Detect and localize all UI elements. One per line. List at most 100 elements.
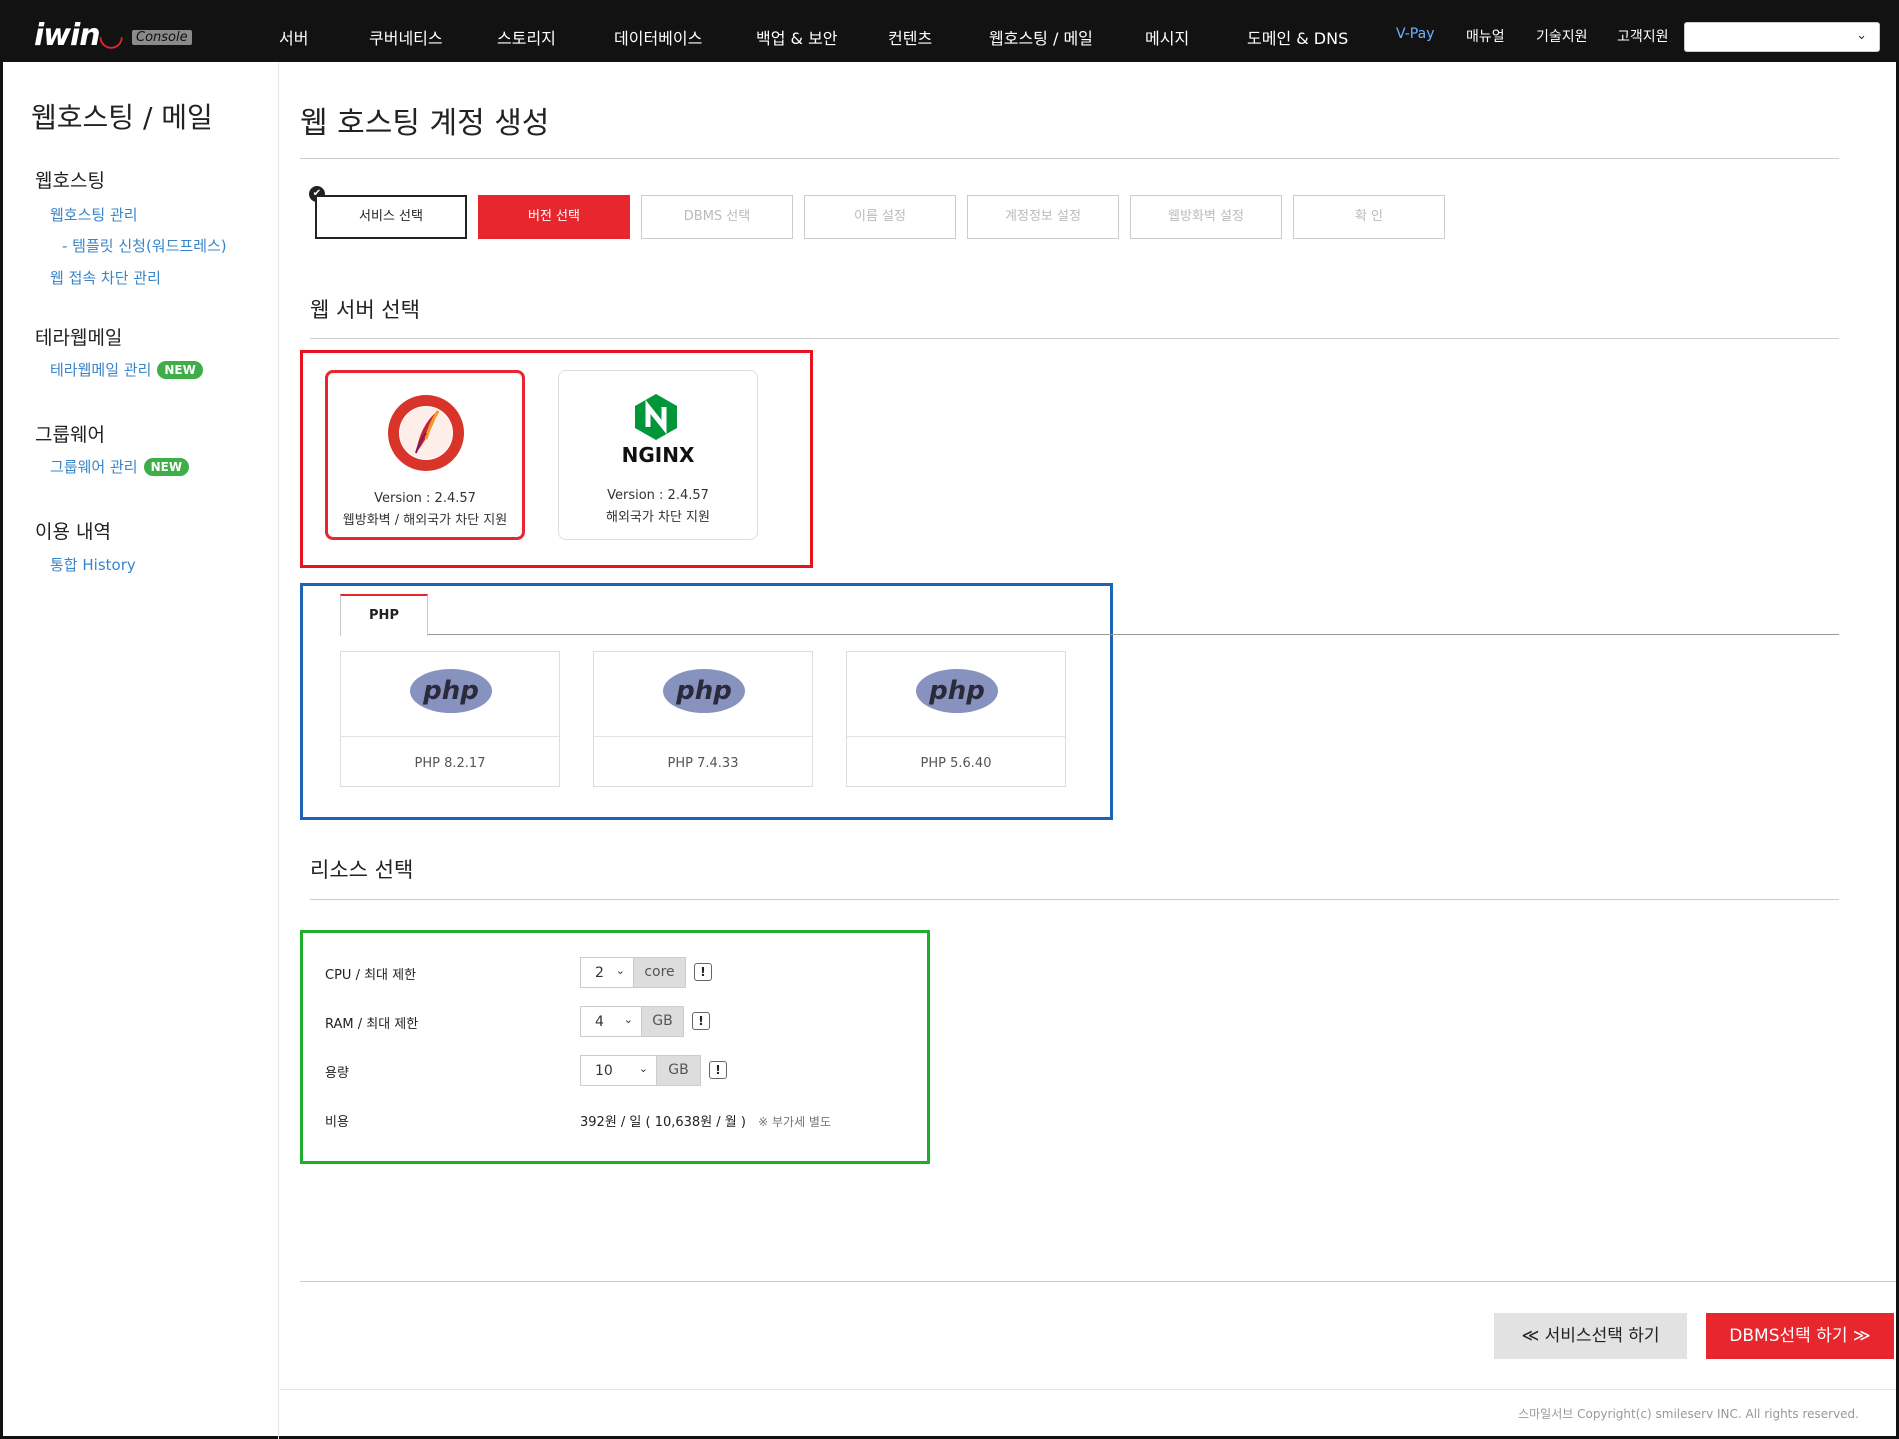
nginx-version: Version : 2.4.57 <box>607 488 709 503</box>
step-dbms-select[interactable]: DBMS 선택 <box>641 195 793 239</box>
nginx-icon <box>635 394 677 440</box>
cpu-unit: core <box>634 957 686 988</box>
php-version-label: PHP 8.2.17 <box>414 756 486 771</box>
php-logo-text: php <box>675 676 732 706</box>
step-name-setting[interactable]: 이름 설정 <box>804 195 956 239</box>
sidebar-link-groupware-manage[interactable]: 그룹웨어 관리 NEW <box>50 456 190 477</box>
divider <box>300 158 1839 159</box>
step-account-info[interactable]: 계정정보 설정 <box>967 195 1119 239</box>
top-navigation-bar: iwin◡ Console 서버 쿠버네티스 스토리지 데이터베이스 백업 & … <box>0 0 1899 62</box>
disk-label: 용량 <box>325 1066 349 1081</box>
php-icon: php <box>410 669 492 713</box>
nav-manual[interactable]: 매뉴얼 <box>1466 26 1505 46</box>
prev-service-select-button[interactable]: ≪ 서비스선택 하기 <box>1494 1313 1687 1359</box>
php-card-7-4[interactable]: php PHP 7.4.33 <box>593 651 813 787</box>
sidebar-link-label: 그룹웨어 관리 <box>50 458 138 476</box>
nginx-note: 해외국가 차단 지원 <box>606 510 710 525</box>
divider <box>310 899 1839 900</box>
sidebar-group-usage: 이용 내역 <box>35 521 111 543</box>
nav-vpay[interactable]: V-Pay <box>1396 26 1435 42</box>
sidebar-group-webhosting: 웹호스팅 <box>35 170 105 192</box>
cpu-value: 2 <box>595 965 604 981</box>
step-service-select[interactable]: 서비스 선택 <box>315 195 467 239</box>
nav-server[interactable]: 서버 <box>279 25 308 49</box>
php-logo-text: php <box>422 676 479 706</box>
ram-unit: GB <box>642 1006 684 1037</box>
nav-message[interactable]: 메시지 <box>1145 25 1189 49</box>
apache-icon <box>388 395 464 471</box>
chevron-down-icon: ⌄ <box>623 1013 633 1026</box>
php-card-5-6[interactable]: php PHP 5.6.40 <box>846 651 1066 787</box>
step-confirm[interactable]: 확 인 <box>1293 195 1445 239</box>
server-card-nginx[interactable]: NGINX Version : 2.4.57 해외국가 차단 지원 <box>558 370 758 540</box>
divider <box>310 338 1839 339</box>
chevron-down-icon: ⌄ <box>615 964 625 977</box>
php-version-label: PHP 5.6.40 <box>920 756 992 771</box>
vat-note: ※ 부가세 별도 <box>758 1115 832 1129</box>
nav-database[interactable]: 데이터베이스 <box>614 25 702 49</box>
nav-tech-support[interactable]: 기술지원 <box>1536 26 1588 46</box>
next-dbms-select-button[interactable]: DBMS선택 하기 ≫ <box>1706 1313 1894 1359</box>
sidebar-link-terawebmail-manage[interactable]: 테라웹메일 관리 NEW <box>50 359 203 380</box>
sidebar: 웹호스팅 / 메일 웹호스팅 웹호스팅 관리 - 템플릿 신청(워드프레스) 웹… <box>3 62 279 1439</box>
sidebar-link-webhosting-manage[interactable]: 웹호스팅 관리 <box>50 204 138 225</box>
nav-webhosting-mail[interactable]: 웹호스팅 / 메일 <box>989 25 1093 49</box>
sidebar-title: 웹호스팅 / 메일 <box>31 101 213 134</box>
footer-copyright: 스마일서브 Copyright(c) smileserv INC. All ri… <box>1518 1407 1859 1421</box>
server-card-apache[interactable]: Version : 2.4.57 웹방화벽 / 해외국가 차단 지원 <box>325 370 525 540</box>
step-version-select[interactable]: 버전 선택 <box>478 195 630 239</box>
ram-info-icon[interactable]: ! <box>692 1012 710 1030</box>
ram-select[interactable]: 4 ⌄ <box>580 1006 642 1037</box>
php-icon: php <box>916 669 998 713</box>
apache-note: 웹방화벽 / 해외국가 차단 지원 <box>342 513 508 528</box>
sidebar-link-history[interactable]: 통합 History <box>50 554 136 575</box>
card-divider <box>847 736 1065 737</box>
chevron-down-icon: ⌄ <box>1856 28 1867 43</box>
step-waf-setting[interactable]: 웹방화벽 설정 <box>1130 195 1282 239</box>
console-badge: Console <box>132 30 192 45</box>
divider <box>300 1281 1896 1282</box>
php-icon: php <box>663 669 745 713</box>
sidebar-group-groupware: 그룹웨어 <box>35 424 105 446</box>
php-version-label: PHP 7.4.33 <box>667 756 739 771</box>
web-server-section-title: 웹 서버 선택 <box>310 298 420 322</box>
card-divider <box>341 736 559 737</box>
cost-value: 392원 / 일 ( 10,638원 / 월 ) <box>580 1115 746 1130</box>
nav-backup-security[interactable]: 백업 & 보안 <box>756 25 838 49</box>
cost-label: 비용 <box>325 1115 349 1130</box>
cpu-info-icon[interactable]: ! <box>694 963 712 981</box>
ram-label: RAM / 최대 제한 <box>325 1017 419 1032</box>
cpu-label: CPU / 최대 제한 <box>325 968 417 983</box>
disk-info-icon[interactable]: ! <box>709 1061 727 1079</box>
new-badge: NEW <box>143 458 190 476</box>
disk-unit: GB <box>657 1055 701 1086</box>
chevron-down-icon: ⌄ <box>638 1062 648 1075</box>
ram-value: 4 <box>595 1014 604 1030</box>
account-select[interactable]: ⌄ <box>1684 22 1880 52</box>
nav-storage[interactable]: 스토리지 <box>497 25 556 49</box>
nav-customer-support[interactable]: 고객지원 <box>1617 26 1669 46</box>
php-card-8-2[interactable]: php PHP 8.2.17 <box>340 651 560 787</box>
new-badge: NEW <box>157 361 203 379</box>
iwin-logo[interactable]: iwin◡ <box>34 18 123 53</box>
cpu-select[interactable]: 2 ⌄ <box>580 957 634 988</box>
nav-domain-dns[interactable]: 도메인 & DNS <box>1247 25 1348 49</box>
sidebar-link-label: 테라웹메일 관리 <box>50 361 152 379</box>
tab-underline <box>340 634 1839 635</box>
php-logo-text: php <box>928 676 985 706</box>
sidebar-link-web-access-block[interactable]: 웹 접속 차단 관리 <box>50 267 161 288</box>
nginx-wordmark: NGINX <box>621 443 695 467</box>
nav-kubernetes[interactable]: 쿠버네티스 <box>369 25 443 49</box>
sidebar-link-template-request[interactable]: - 템플릿 신청(워드프레스) <box>62 235 227 256</box>
footer-divider <box>280 1389 1896 1390</box>
disk-select[interactable]: 10 ⌄ <box>580 1055 657 1086</box>
card-divider <box>594 736 812 737</box>
disk-value: 10 <box>595 1063 613 1079</box>
tab-php[interactable]: PHP <box>340 594 428 636</box>
nav-contents[interactable]: 컨텐츠 <box>888 25 932 49</box>
apache-version: Version : 2.4.57 <box>374 491 476 506</box>
resource-section-title: 리소스 선택 <box>310 858 414 882</box>
cost-display: 392원 / 일 ( 10,638원 / 월 ) ※ 부가세 별도 <box>580 1111 831 1130</box>
sidebar-group-terawebmail: 테라웹메일 <box>35 327 123 349</box>
page-title: 웹 호스팅 계정 생성 <box>300 106 550 141</box>
